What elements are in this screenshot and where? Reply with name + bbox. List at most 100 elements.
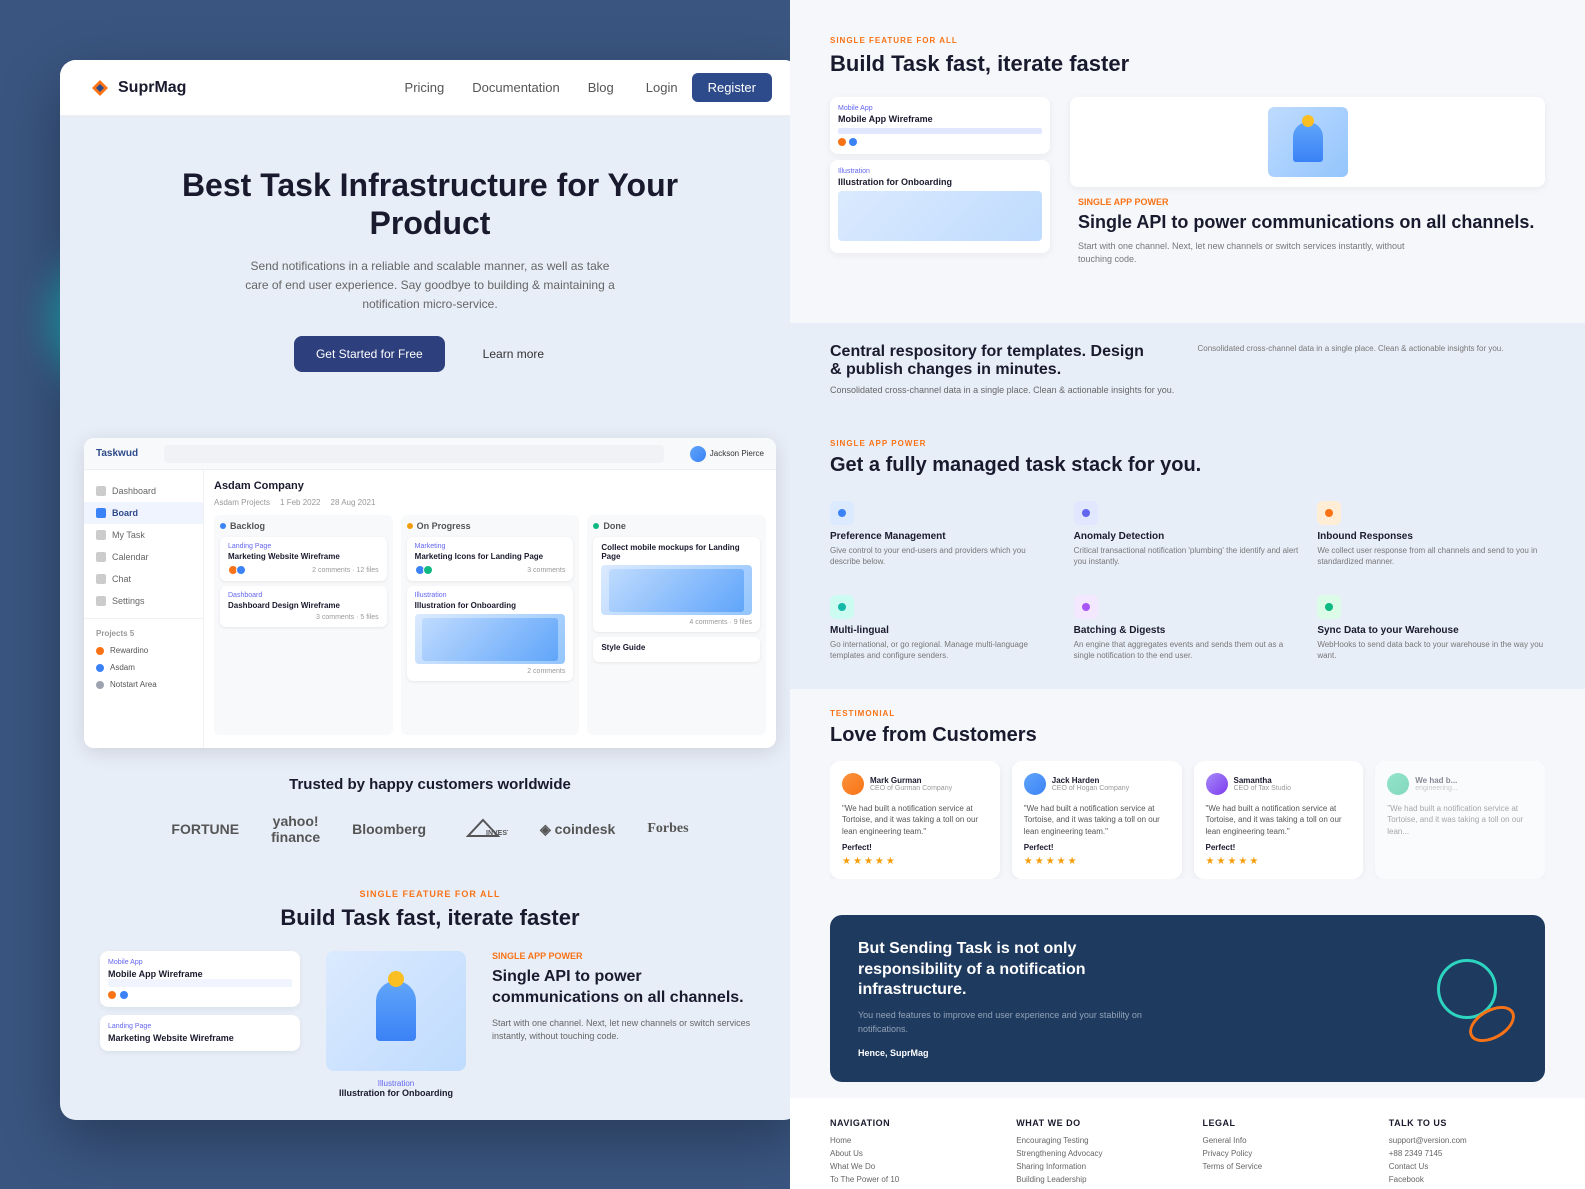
feature-title-preference: Preference Management bbox=[830, 531, 1058, 542]
brand-forbes: Forbes bbox=[647, 821, 688, 837]
tc-name-1: Mark Gurman bbox=[870, 776, 952, 785]
rp-single-desc: Start with one channel. Next, let new ch… bbox=[1078, 240, 1418, 267]
testimonial-section: TESTIMONIAL Love from Customers Mark Gur… bbox=[790, 689, 1585, 899]
feature-warehouse: Sync Data to your Warehouse WebHooks to … bbox=[1317, 587, 1545, 669]
inbound-icon bbox=[1317, 501, 1341, 525]
rp-build-title: Build Task fast, iterate faster bbox=[830, 51, 1545, 77]
footer-link-terms[interactable]: Terms of Service bbox=[1203, 1162, 1359, 1171]
cta-brand: Hence, SuprMag bbox=[858, 1048, 1178, 1058]
hero-buttons: Get Started for Free Learn more bbox=[140, 336, 720, 372]
logo[interactable]: SuprMag bbox=[88, 76, 186, 100]
footer-link-testing[interactable]: Encouraging Testing bbox=[1016, 1136, 1172, 1145]
card-title-2: Marketing Icons for Landing Page bbox=[415, 552, 566, 561]
footer-col-whatwedo: WHAT WE DO Encouraging Testing Strengthe… bbox=[1016, 1118, 1172, 1189]
sidebar-settings[interactable]: Settings bbox=[84, 590, 203, 612]
kanban-title: Asdam Company bbox=[214, 480, 304, 492]
illus-person bbox=[376, 981, 416, 1041]
footer-link-sharing[interactable]: Sharing Information bbox=[1016, 1162, 1172, 1171]
feature-desc-warehouse: WebHooks to send data back to your wareh… bbox=[1317, 639, 1545, 661]
anomaly-icon bbox=[1074, 501, 1098, 525]
col-dot-progress bbox=[407, 523, 413, 529]
single-api-desc: Start with one channel. Next, let new ch… bbox=[492, 1017, 760, 1044]
card-image-3 bbox=[601, 565, 752, 615]
footer-link-whatwedo[interactable]: What We Do bbox=[830, 1162, 986, 1171]
build-section: SINGLE FEATURE FOR ALL Build Task fast, … bbox=[60, 865, 800, 1114]
footer-link-email[interactable]: support@version.com bbox=[1389, 1136, 1545, 1145]
nav-documentation[interactable]: Documentation bbox=[472, 80, 559, 95]
user-avatar bbox=[690, 446, 706, 462]
sidebar-board[interactable]: Board bbox=[84, 502, 203, 524]
user-name: Jackson Pierce bbox=[710, 449, 764, 458]
footer-link-power[interactable]: To The Power of 10 bbox=[830, 1175, 986, 1184]
card-footer-3: 4 comments · 9 files bbox=[601, 619, 752, 626]
feature-multilingual: Multi-lingual Go international, or go re… bbox=[830, 587, 1058, 669]
footer-link-general[interactable]: General Info bbox=[1203, 1136, 1359, 1145]
batching-icon bbox=[1074, 595, 1098, 619]
build-center: Illustration Illustration for Onboarding bbox=[316, 951, 476, 1098]
tc-4: We had b... engineering... "We had built… bbox=[1375, 761, 1545, 879]
hero-subtitle: Send notifications in a reliable and sca… bbox=[240, 257, 620, 315]
kanban-card-4[interactable]: Illustration Illustration for Onboarding… bbox=[407, 586, 574, 681]
rp-single-tag: SINGLE APP POWER bbox=[1078, 197, 1545, 207]
mytask-icon bbox=[96, 530, 106, 540]
card-footer-5: 3 comments · 5 files bbox=[228, 614, 379, 621]
tc-role-3: CEO of Tax Studio bbox=[1234, 785, 1291, 792]
footer-col-navigation: NAVIGATION Home About Us What We Do To T… bbox=[830, 1118, 986, 1189]
kanban-card-1[interactable]: Landing Page Marketing Website Wireframe… bbox=[220, 537, 387, 581]
tc-name-3: Samantha bbox=[1234, 776, 1291, 785]
tc-status-1: Perfect! bbox=[842, 843, 988, 852]
footer-link-advocacy[interactable]: Strengthening Advocacy bbox=[1016, 1149, 1172, 1158]
cta-secondary-button[interactable]: Learn more bbox=[461, 336, 566, 372]
mini-card-landing: Landing Page Marketing Website Wireframe bbox=[100, 1015, 300, 1051]
tc-name-2: Jack Harden bbox=[1052, 776, 1129, 785]
card-title-5: Dashboard Design Wireframe bbox=[228, 601, 379, 610]
register-button[interactable]: Register bbox=[692, 73, 772, 102]
kanban-card-6[interactable]: Style Guide bbox=[593, 637, 760, 662]
card-tag-4: Illustration bbox=[415, 592, 566, 599]
rp-two-col: Mobile App Mobile App Wireframe Illustra… bbox=[830, 97, 1545, 267]
warehouse-icon bbox=[1317, 595, 1341, 619]
nav-blog[interactable]: Blog bbox=[588, 80, 614, 95]
sidebar-chat[interactable]: Chat bbox=[84, 568, 203, 590]
cta-primary-button[interactable]: Get Started for Free bbox=[294, 336, 445, 372]
footer-link-contactus[interactable]: Contact Us bbox=[1389, 1162, 1545, 1171]
sidebar-dashboard[interactable]: Dashboard bbox=[84, 480, 203, 502]
footer-link-privacy[interactable]: Privacy Policy bbox=[1203, 1149, 1359, 1158]
tc-role-1: CEO of Gurman Company bbox=[870, 785, 952, 792]
tc-status-3: Perfect! bbox=[1206, 843, 1352, 852]
footer-col-legal: LEGAL General Info Privacy Policy Terms … bbox=[1203, 1118, 1359, 1189]
footer-link-home[interactable]: Home bbox=[830, 1136, 986, 1145]
footer-link-facebook[interactable]: Facebook bbox=[1389, 1175, 1545, 1184]
kanban-card-3[interactable]: Collect mobile mockups for Landing Page … bbox=[593, 537, 760, 632]
footer-link-leadership[interactable]: Building Leadership bbox=[1016, 1175, 1172, 1184]
tc-2: Jack Harden CEO of Hogan Company "We had… bbox=[1012, 761, 1182, 879]
footer-nav: NAVIGATION Home About Us What We Do To T… bbox=[790, 1098, 1585, 1189]
tc-text-3: "We had built a notification service at … bbox=[1206, 803, 1352, 837]
footer-link-phone[interactable]: +88 2349 7145 bbox=[1389, 1149, 1545, 1158]
login-button[interactable]: Login bbox=[646, 80, 678, 95]
feature-anomaly: Anomaly Detection Critical transactional… bbox=[1074, 493, 1302, 575]
nav-pricing[interactable]: Pricing bbox=[405, 80, 445, 95]
sidebar-mytask[interactable]: My Task bbox=[84, 524, 203, 546]
kanban-columns: Backlog Landing Page Marketing Website W… bbox=[214, 515, 766, 735]
card-title-6: Style Guide bbox=[601, 643, 752, 652]
project-rewarding[interactable]: Rewardino bbox=[84, 642, 203, 659]
cta-section: But Sending Task is not only responsibil… bbox=[830, 915, 1545, 1082]
tc-3: Samantha CEO of Tax Studio "We had built… bbox=[1194, 761, 1364, 879]
testimonial-cards: Mark Gurman CEO of Gurman Company "We ha… bbox=[830, 761, 1545, 879]
rp-build-tag: SINGLE FEATURE FOR ALL bbox=[830, 36, 1545, 45]
kanban-card-5[interactable]: Dashboard Dashboard Design Wireframe 3 c… bbox=[220, 586, 387, 627]
card-title-4: Illustration for Onboarding bbox=[415, 601, 566, 610]
dashboard-icon bbox=[96, 486, 106, 496]
project-asdam[interactable]: Asdam bbox=[84, 659, 203, 676]
tc-name-4: We had b... bbox=[1415, 776, 1457, 785]
mini-card-mobile: Mobile App Mobile App Wireframe bbox=[100, 951, 300, 1007]
projects-label: Projects 5 bbox=[84, 625, 203, 642]
kanban-card-2[interactable]: Marketing Marketing Icons for Landing Pa… bbox=[407, 537, 574, 581]
sidebar-calendar[interactable]: Calendar bbox=[84, 546, 203, 568]
single-api-title: Single API to power communications on al… bbox=[492, 967, 760, 1009]
card-tag-2: Marketing bbox=[415, 543, 566, 550]
card-tag-1: Landing Page bbox=[228, 543, 379, 550]
footer-link-about[interactable]: About Us bbox=[830, 1149, 986, 1158]
project-notstart[interactable]: Notstart Area bbox=[84, 676, 203, 693]
